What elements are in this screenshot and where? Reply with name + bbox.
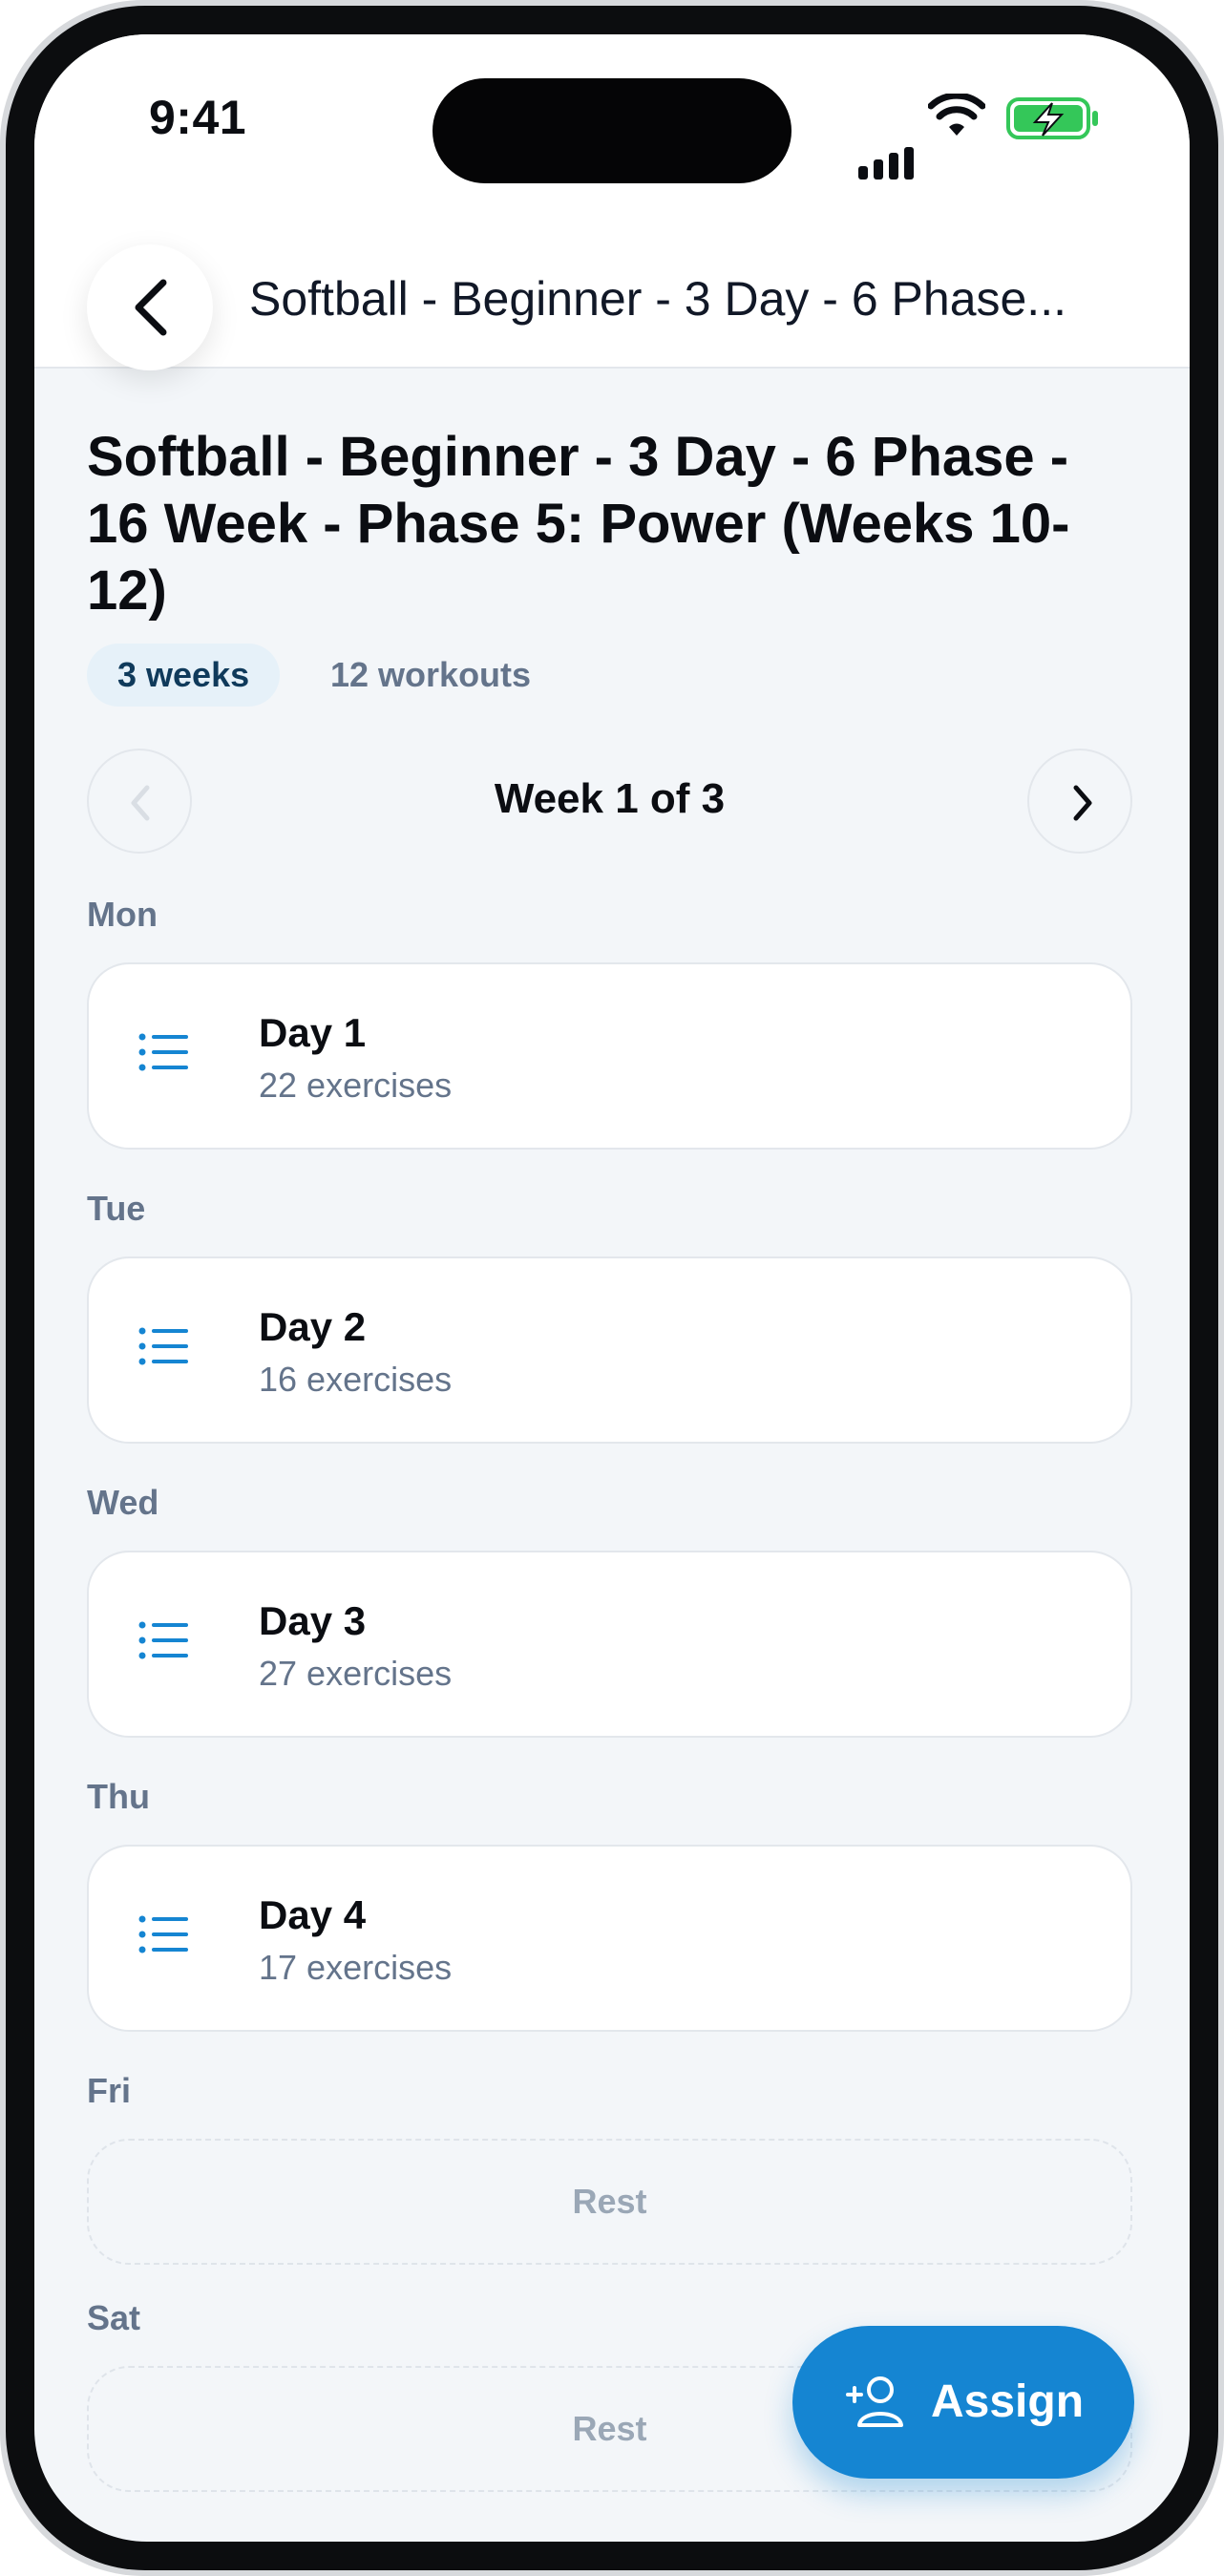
- page-title: Softball - Beginner - 3 Day - 6 Phase - …: [87, 426, 1070, 622]
- exercise-count: 17 exercises: [259, 1948, 453, 1987]
- list-icon: [138, 1033, 188, 1071]
- device-bezel: 9:41 Softball - Beginner - 3 Day - 6 Pha…: [6, 6, 1218, 2570]
- exercise-count: 27 exercises: [259, 1654, 453, 1693]
- workout-card-day-4[interactable]: Day 4 17 exercises: [87, 1845, 1132, 2032]
- workout-card-day-2[interactable]: Day 2 16 exercises: [87, 1256, 1132, 1444]
- workout-title: Day 2: [259, 1304, 367, 1349]
- workout-card-day-3[interactable]: Day 3 27 exercises: [87, 1551, 1132, 1738]
- list-icon: [138, 1327, 188, 1365]
- workout-title: Day 1: [259, 1010, 367, 1055]
- device-frame: 9:41 Softball - Beginner - 3 Day - 6 Pha…: [0, 0, 1224, 2576]
- add-user-icon: [846, 2376, 903, 2427]
- workouts-count: 12 workouts: [330, 655, 532, 694]
- list-icon: [138, 1915, 188, 1953]
- workout-card-day-1[interactable]: Day 1 22 exercises: [87, 962, 1132, 1150]
- list-icon: [138, 1621, 188, 1659]
- back-button[interactable]: [87, 244, 213, 370]
- day-label-thu: Thu: [87, 1777, 150, 1816]
- nav-header: Softball - Beginner - 3 Day - 6 Phase...: [34, 225, 1190, 370]
- rest-day-fri: Rest: [87, 2139, 1132, 2265]
- day-label-fri: Fri: [87, 2071, 132, 2110]
- weeks-badge: 3 weeks: [87, 644, 281, 707]
- day-label-mon: Mon: [87, 895, 158, 934]
- status-time: 9:41: [149, 91, 247, 144]
- exercise-count: 22 exercises: [259, 1066, 453, 1105]
- program-content: Softball - Beginner - 3 Day - 6 Phase - …: [87, 367, 1132, 2492]
- week-label: Week 1 of 3: [494, 775, 726, 822]
- dynamic-island: [433, 78, 791, 183]
- day-label-tue: Tue: [87, 1189, 146, 1228]
- day-label-wed: Wed: [87, 1483, 159, 1522]
- workout-title: Day 4: [259, 1892, 367, 1937]
- battery-icon: [1006, 97, 1098, 139]
- status-bar: 9:41: [34, 34, 1190, 225]
- assign-button-label: Assign: [931, 2376, 1085, 2427]
- week-navigator: Week 1 of 3: [87, 749, 1132, 855]
- app-screen: 9:41 Softball - Beginner - 3 Day - 6 Pha…: [34, 34, 1190, 2542]
- header-title: Softball - Beginner - 3 Day - 6 Phase...: [249, 272, 1066, 326]
- program-meta: 3 weeks 12 workouts: [87, 644, 1132, 707]
- chevron-right-icon: [1073, 785, 1092, 821]
- chevron-left-icon: [135, 279, 167, 336]
- next-week-button[interactable]: [1027, 749, 1132, 854]
- assign-button[interactable]: Assign: [792, 2326, 1134, 2479]
- wifi-icon: [928, 94, 985, 136]
- workout-title: Day 3: [259, 1598, 367, 1643]
- exercise-count: 16 exercises: [259, 1360, 453, 1399]
